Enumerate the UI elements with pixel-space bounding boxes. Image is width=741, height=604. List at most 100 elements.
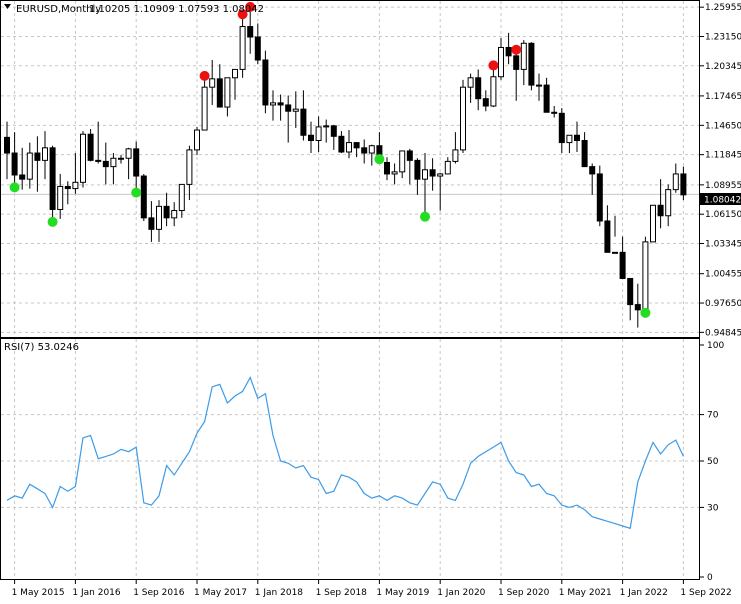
peak-marker: [199, 70, 210, 81]
candle-body-down: [574, 134, 580, 141]
candle-body-up: [42, 147, 48, 161]
candle-body-down: [406, 150, 413, 161]
price-axis-label: 0.94845: [705, 328, 741, 338]
candle: [460, 79, 466, 154]
candle-body-up: [536, 84, 542, 87]
candle-body-down: [277, 102, 284, 106]
candle-body-down: [285, 104, 292, 112]
candle-body-up: [490, 76, 497, 107]
candle-body-up: [566, 134, 573, 144]
candle-body-up: [498, 46, 504, 78]
candle-body-down: [133, 148, 140, 177]
trough-marker: [374, 154, 385, 165]
candle: [528, 42, 535, 91]
candle: [596, 165, 603, 227]
candle-body-down: [604, 220, 611, 253]
candle-body-down: [558, 112, 565, 144]
time-axis-label: 1 Sep 2020: [498, 588, 550, 598]
candle-body-down: [262, 59, 269, 106]
candle-body-down: [589, 166, 596, 175]
peak-marker: [511, 44, 522, 55]
time-axis-label: 1 Sep 2016: [133, 588, 185, 598]
candle-body-up: [194, 129, 200, 151]
candle-body-down: [19, 174, 26, 180]
price-axis-label: 1.03345: [705, 240, 741, 250]
price-axis-label: 1.14650: [705, 121, 741, 131]
price-axis-label: 1.00455: [705, 270, 741, 280]
candle-body-down: [308, 134, 314, 141]
rsi-axis-label: 30: [707, 503, 719, 513]
candle-body-down: [482, 98, 489, 107]
candle-body-up: [26, 152, 33, 180]
candle-body-down: [528, 42, 535, 86]
candle-body-down: [148, 217, 155, 230]
candle-body-up: [452, 149, 459, 162]
candle-body-down: [657, 204, 664, 217]
time-axis-label: 1 May 2015: [12, 588, 65, 598]
candle-body-up: [391, 171, 398, 175]
ohlc-header: 1.10205 1.10909 1.07593 1.08042: [89, 4, 264, 15]
time-axis-label: 1 May 2019: [376, 588, 429, 598]
time-axis-label: 1 Jan 2016: [72, 588, 120, 598]
candle-body-up: [672, 173, 679, 191]
candle-body-up: [422, 169, 428, 180]
trough-marker: [420, 211, 430, 222]
candle-body-down: [680, 173, 687, 196]
price-axis-label: 1.11845: [705, 151, 741, 161]
candle-body-up: [315, 126, 322, 141]
trough-marker: [47, 216, 58, 227]
candle-body-up: [292, 108, 299, 112]
candle-body-up: [460, 86, 466, 151]
candle: [87, 128, 94, 162]
candle-body-down: [596, 173, 603, 222]
candle-body-down: [338, 135, 345, 153]
rsi-axis-label: 70: [707, 411, 719, 421]
current-price-label: 1.08042: [704, 196, 741, 206]
candle-body-down: [254, 36, 261, 61]
candle-body-down: [513, 55, 520, 70]
candle-body-down: [102, 160, 109, 168]
candle-body-up: [642, 241, 649, 311]
candle-body-up: [665, 189, 672, 217]
candle-body-up: [399, 150, 406, 173]
candle-body-down: [247, 26, 254, 38]
candle-body-down: [34, 152, 41, 161]
price-axis-label: 1.25955: [705, 3, 741, 13]
rsi-header: RSI(7) 53.0246: [4, 342, 79, 353]
candle-body-up: [201, 86, 208, 131]
candle-body-down: [300, 108, 307, 136]
candle-body-up: [444, 160, 451, 175]
candle: [49, 145, 56, 219]
candle-body-down: [634, 304, 641, 311]
candle: [650, 204, 656, 243]
price-axis-label: 1.08955: [705, 181, 741, 191]
time-axis-label: 1 Jan 2020: [437, 588, 485, 598]
candle-body-up: [368, 145, 375, 154]
price-axis-label: 1.06150: [705, 210, 741, 220]
time-axis-label: 1 Jan 2018: [255, 588, 303, 598]
price-axis-label: 1.23150: [705, 32, 741, 42]
candle-body-down: [87, 133, 94, 161]
chart-window[interactable]: 1.25955 1.23150 1.20345 1.17465 1.14650 1.118…: [0, 0, 741, 604]
candle-body-down: [49, 147, 56, 210]
candle-body-down: [581, 139, 588, 168]
candle-body-up: [80, 133, 86, 183]
trough-marker: [9, 182, 20, 193]
candle-body-up: [156, 205, 162, 230]
rsi-axis-label: 50: [707, 457, 719, 467]
candle: [140, 173, 147, 221]
price-axis-label: 0.97650: [705, 299, 741, 309]
candle-body-up: [171, 210, 178, 219]
candle-body-up: [270, 102, 276, 106]
rsi-axis-label: 0: [707, 573, 713, 583]
candle: [262, 50, 269, 114]
chart-canvas[interactable]: 1.25955 1.23150 1.20345 1.17465 1.14650 1.118…: [0, 0, 741, 600]
trough-marker: [131, 187, 142, 198]
time-axis-label: 1 Jan 2022: [620, 588, 668, 598]
candle-body-up: [239, 26, 246, 70]
time-axis-label: 1 Sep 2018: [316, 588, 368, 598]
candle-body-up: [224, 77, 231, 108]
candle-body-down: [414, 159, 421, 180]
current-price-tag: 1.08042: [700, 193, 741, 206]
candle-body-down: [64, 185, 71, 190]
